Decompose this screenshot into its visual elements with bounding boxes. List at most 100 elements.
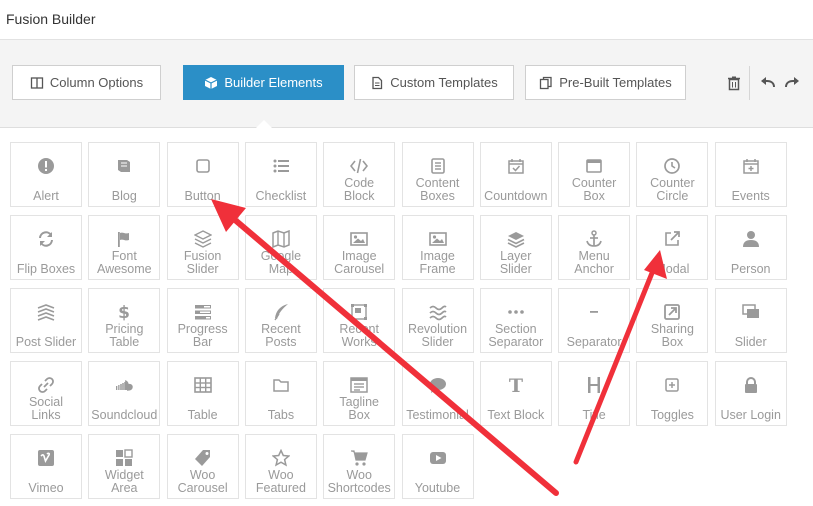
feather-icon bbox=[246, 303, 316, 321]
element-recent-works[interactable]: Recent Works bbox=[323, 288, 396, 353]
element-label: Layer Slider bbox=[499, 249, 532, 276]
lock-icon bbox=[716, 376, 786, 394]
element-vimeo[interactable]: Vimeo bbox=[10, 434, 82, 499]
element-post-slider[interactable]: Post Slider bbox=[10, 288, 82, 353]
undo-icon bbox=[760, 75, 776, 96]
vimeo-icon bbox=[11, 449, 81, 467]
element-label: Post Slider bbox=[15, 335, 77, 349]
element-label: Pricing Table bbox=[105, 322, 144, 349]
svg-text:$: $ bbox=[118, 303, 130, 321]
element-modal[interactable]: Modal bbox=[636, 215, 709, 280]
element-woo-carousel[interactable]: Woo Carousel bbox=[166, 434, 239, 499]
tab-label: Column Options bbox=[49, 75, 144, 90]
trash-icon bbox=[726, 75, 742, 96]
element-slider[interactable]: Slider bbox=[714, 288, 787, 353]
element-section-separator[interactable]: Section Separator bbox=[479, 288, 552, 353]
ellipsis-icon bbox=[481, 303, 551, 321]
element-label: Flip Boxes bbox=[16, 262, 76, 276]
element-label: Menu Anchor bbox=[574, 249, 614, 276]
element-tabs[interactable]: Tabs bbox=[244, 361, 317, 426]
element-blog[interactable]: Blog bbox=[88, 142, 161, 207]
element-image-carousel[interactable]: Image Carousel bbox=[323, 215, 396, 280]
element-label: Woo Featured bbox=[255, 468, 306, 495]
element-label: Counter Circle bbox=[650, 176, 695, 203]
tab-custom-templates[interactable]: Custom Templates bbox=[354, 65, 514, 100]
element-label: Image Carousel bbox=[334, 249, 385, 276]
delete-button[interactable] bbox=[723, 74, 745, 96]
element-social-links[interactable]: Social Links bbox=[10, 361, 82, 426]
builder-toolbar: Column Options Builder Elements Custom T… bbox=[0, 40, 813, 128]
element-widget-area[interactable]: Widget Area bbox=[88, 434, 161, 499]
cart-icon bbox=[324, 449, 394, 467]
element-label: Google Map bbox=[260, 249, 302, 276]
element-label: Title bbox=[582, 408, 606, 422]
element-person[interactable]: Person bbox=[714, 215, 787, 280]
element-label: Progress Bar bbox=[177, 322, 228, 349]
anchor-icon bbox=[559, 230, 629, 248]
element-label: Testimonial bbox=[406, 408, 469, 422]
element-menu-anchor[interactable]: Menu Anchor bbox=[558, 215, 631, 280]
element-text-block[interactable]: T Text Block bbox=[479, 361, 552, 426]
element-woo-featured[interactable]: Woo Featured bbox=[244, 434, 317, 499]
element-label: Content Boxes bbox=[415, 176, 460, 203]
element-code-block[interactable]: Code Block bbox=[323, 142, 396, 207]
element-label: Modal bbox=[655, 262, 690, 276]
element-soundcloud[interactable]: Soundcloud bbox=[88, 361, 161, 426]
element-label: Youtube bbox=[414, 481, 461, 495]
element-label: Image Frame bbox=[419, 249, 456, 276]
element-recent-posts[interactable]: Recent Posts bbox=[244, 288, 317, 353]
element-separator[interactable]: Separator bbox=[558, 288, 631, 353]
element-label: Alert bbox=[33, 189, 59, 203]
element-table[interactable]: Table bbox=[166, 361, 239, 426]
element-label: Vimeo bbox=[28, 481, 64, 495]
element-woo-shortcodes[interactable]: Woo Shortcodes bbox=[323, 434, 396, 499]
redo-button[interactable] bbox=[781, 74, 803, 96]
tab-builder-elements[interactable]: Builder Elements bbox=[183, 65, 344, 100]
element-pricing-table[interactable]: $ Pricing Table bbox=[88, 288, 161, 353]
element-label: Revolution Slider bbox=[407, 322, 468, 349]
element-youtube[interactable]: Youtube bbox=[401, 434, 474, 499]
slides-icon bbox=[716, 303, 786, 321]
element-fusion-slider[interactable]: Fusion Slider bbox=[166, 215, 239, 280]
external-link-icon bbox=[637, 230, 707, 248]
element-checklist[interactable]: Checklist bbox=[244, 142, 317, 207]
element-user-login[interactable]: User Login bbox=[714, 361, 787, 426]
tab-column-options[interactable]: Column Options bbox=[12, 65, 161, 100]
element-label: Woo Carousel bbox=[177, 468, 228, 495]
element-google-map[interactable]: Google Map bbox=[244, 215, 317, 280]
element-label: Countdown bbox=[484, 189, 548, 203]
text-icon: T bbox=[481, 376, 551, 394]
calendar-check-icon bbox=[481, 157, 551, 175]
element-events[interactable]: Events bbox=[714, 142, 787, 207]
element-counter-box[interactable]: Counter Box bbox=[558, 142, 631, 207]
element-title[interactable]: Title bbox=[558, 361, 631, 426]
element-button[interactable]: Button bbox=[166, 142, 239, 207]
element-countdown[interactable]: Countdown bbox=[479, 142, 552, 207]
undo-button[interactable] bbox=[757, 74, 779, 96]
element-testimonial[interactable]: Testimonial bbox=[401, 361, 474, 426]
file-icon bbox=[370, 76, 384, 90]
element-label: Tagline Box bbox=[339, 395, 379, 422]
element-image-frame[interactable]: Image Frame bbox=[401, 215, 474, 280]
element-font-awesome[interactable]: Font Awesome bbox=[88, 215, 161, 280]
element-progress-bar[interactable]: Progress Bar bbox=[166, 288, 239, 353]
element-tagline-box[interactable]: Tagline Box bbox=[323, 361, 396, 426]
element-label: Code Block bbox=[343, 176, 375, 203]
element-content-boxes[interactable]: Content Boxes bbox=[401, 142, 474, 207]
toolbar-divider bbox=[749, 66, 750, 100]
tab-pre-built-templates[interactable]: Pre-Built Templates bbox=[525, 65, 686, 100]
element-label: Font Awesome bbox=[96, 249, 152, 276]
element-counter-circle[interactable]: Counter Circle bbox=[636, 142, 709, 207]
element-layer-slider[interactable]: Layer Slider bbox=[479, 215, 552, 280]
element-revolution-slider[interactable]: Revolution Slider bbox=[401, 288, 474, 353]
element-sharing-box[interactable]: Sharing Box bbox=[636, 288, 709, 353]
element-toggles[interactable]: Toggles bbox=[636, 361, 709, 426]
element-alert[interactable]: Alert bbox=[10, 142, 82, 207]
element-flip-boxes[interactable]: Flip Boxes bbox=[10, 215, 82, 280]
share-square-icon bbox=[637, 303, 707, 321]
element-label: Woo Shortcodes bbox=[327, 468, 391, 495]
tag-icon bbox=[168, 449, 238, 467]
element-label: Widget Area bbox=[104, 468, 144, 495]
table-icon bbox=[168, 376, 238, 394]
comment-icon bbox=[403, 376, 473, 394]
